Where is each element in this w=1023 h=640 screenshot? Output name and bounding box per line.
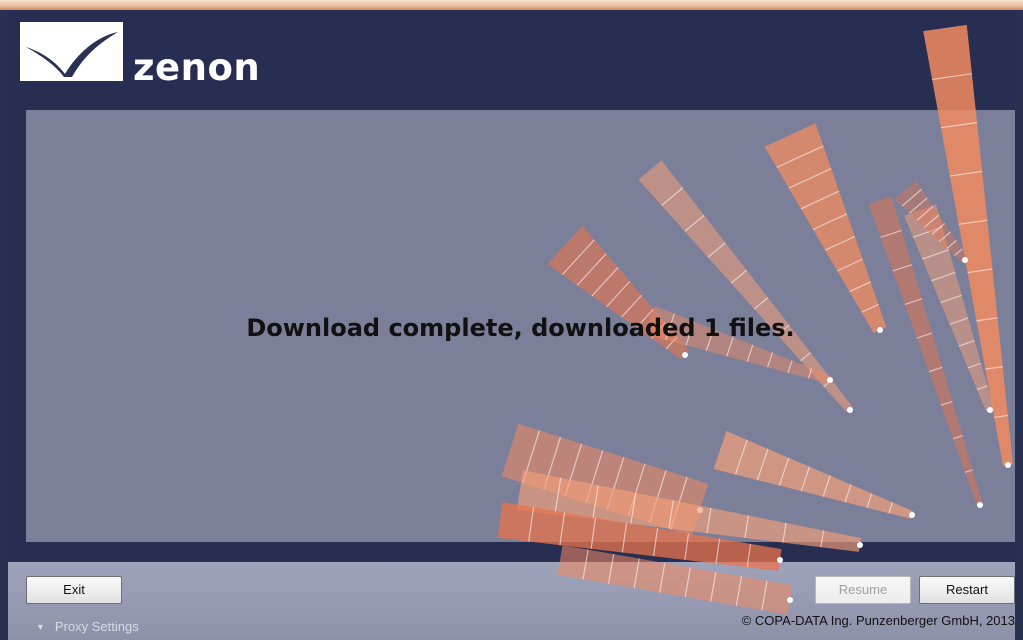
chevron-down-icon: ▼	[36, 622, 45, 632]
restart-button[interactable]: Restart	[919, 576, 1015, 604]
proxy-settings-label: Proxy Settings	[54, 619, 139, 634]
copyright-text: © COPA-DATA Ing. Punzenberger GmbH, 2013	[741, 613, 1015, 628]
exit-button[interactable]: Exit	[26, 576, 122, 604]
zenon-swoosh-logo-icon	[26, 32, 118, 77]
zenon-logo	[20, 22, 123, 81]
proxy-settings-toggle[interactable]: ▼ Proxy Settings	[36, 618, 139, 637]
window-top-border	[0, 0, 1023, 10]
status-message: Download complete, downloaded 1 files.	[246, 314, 795, 342]
app-name: zenon	[133, 46, 261, 89]
resume-button[interactable]: Resume	[815, 576, 911, 604]
